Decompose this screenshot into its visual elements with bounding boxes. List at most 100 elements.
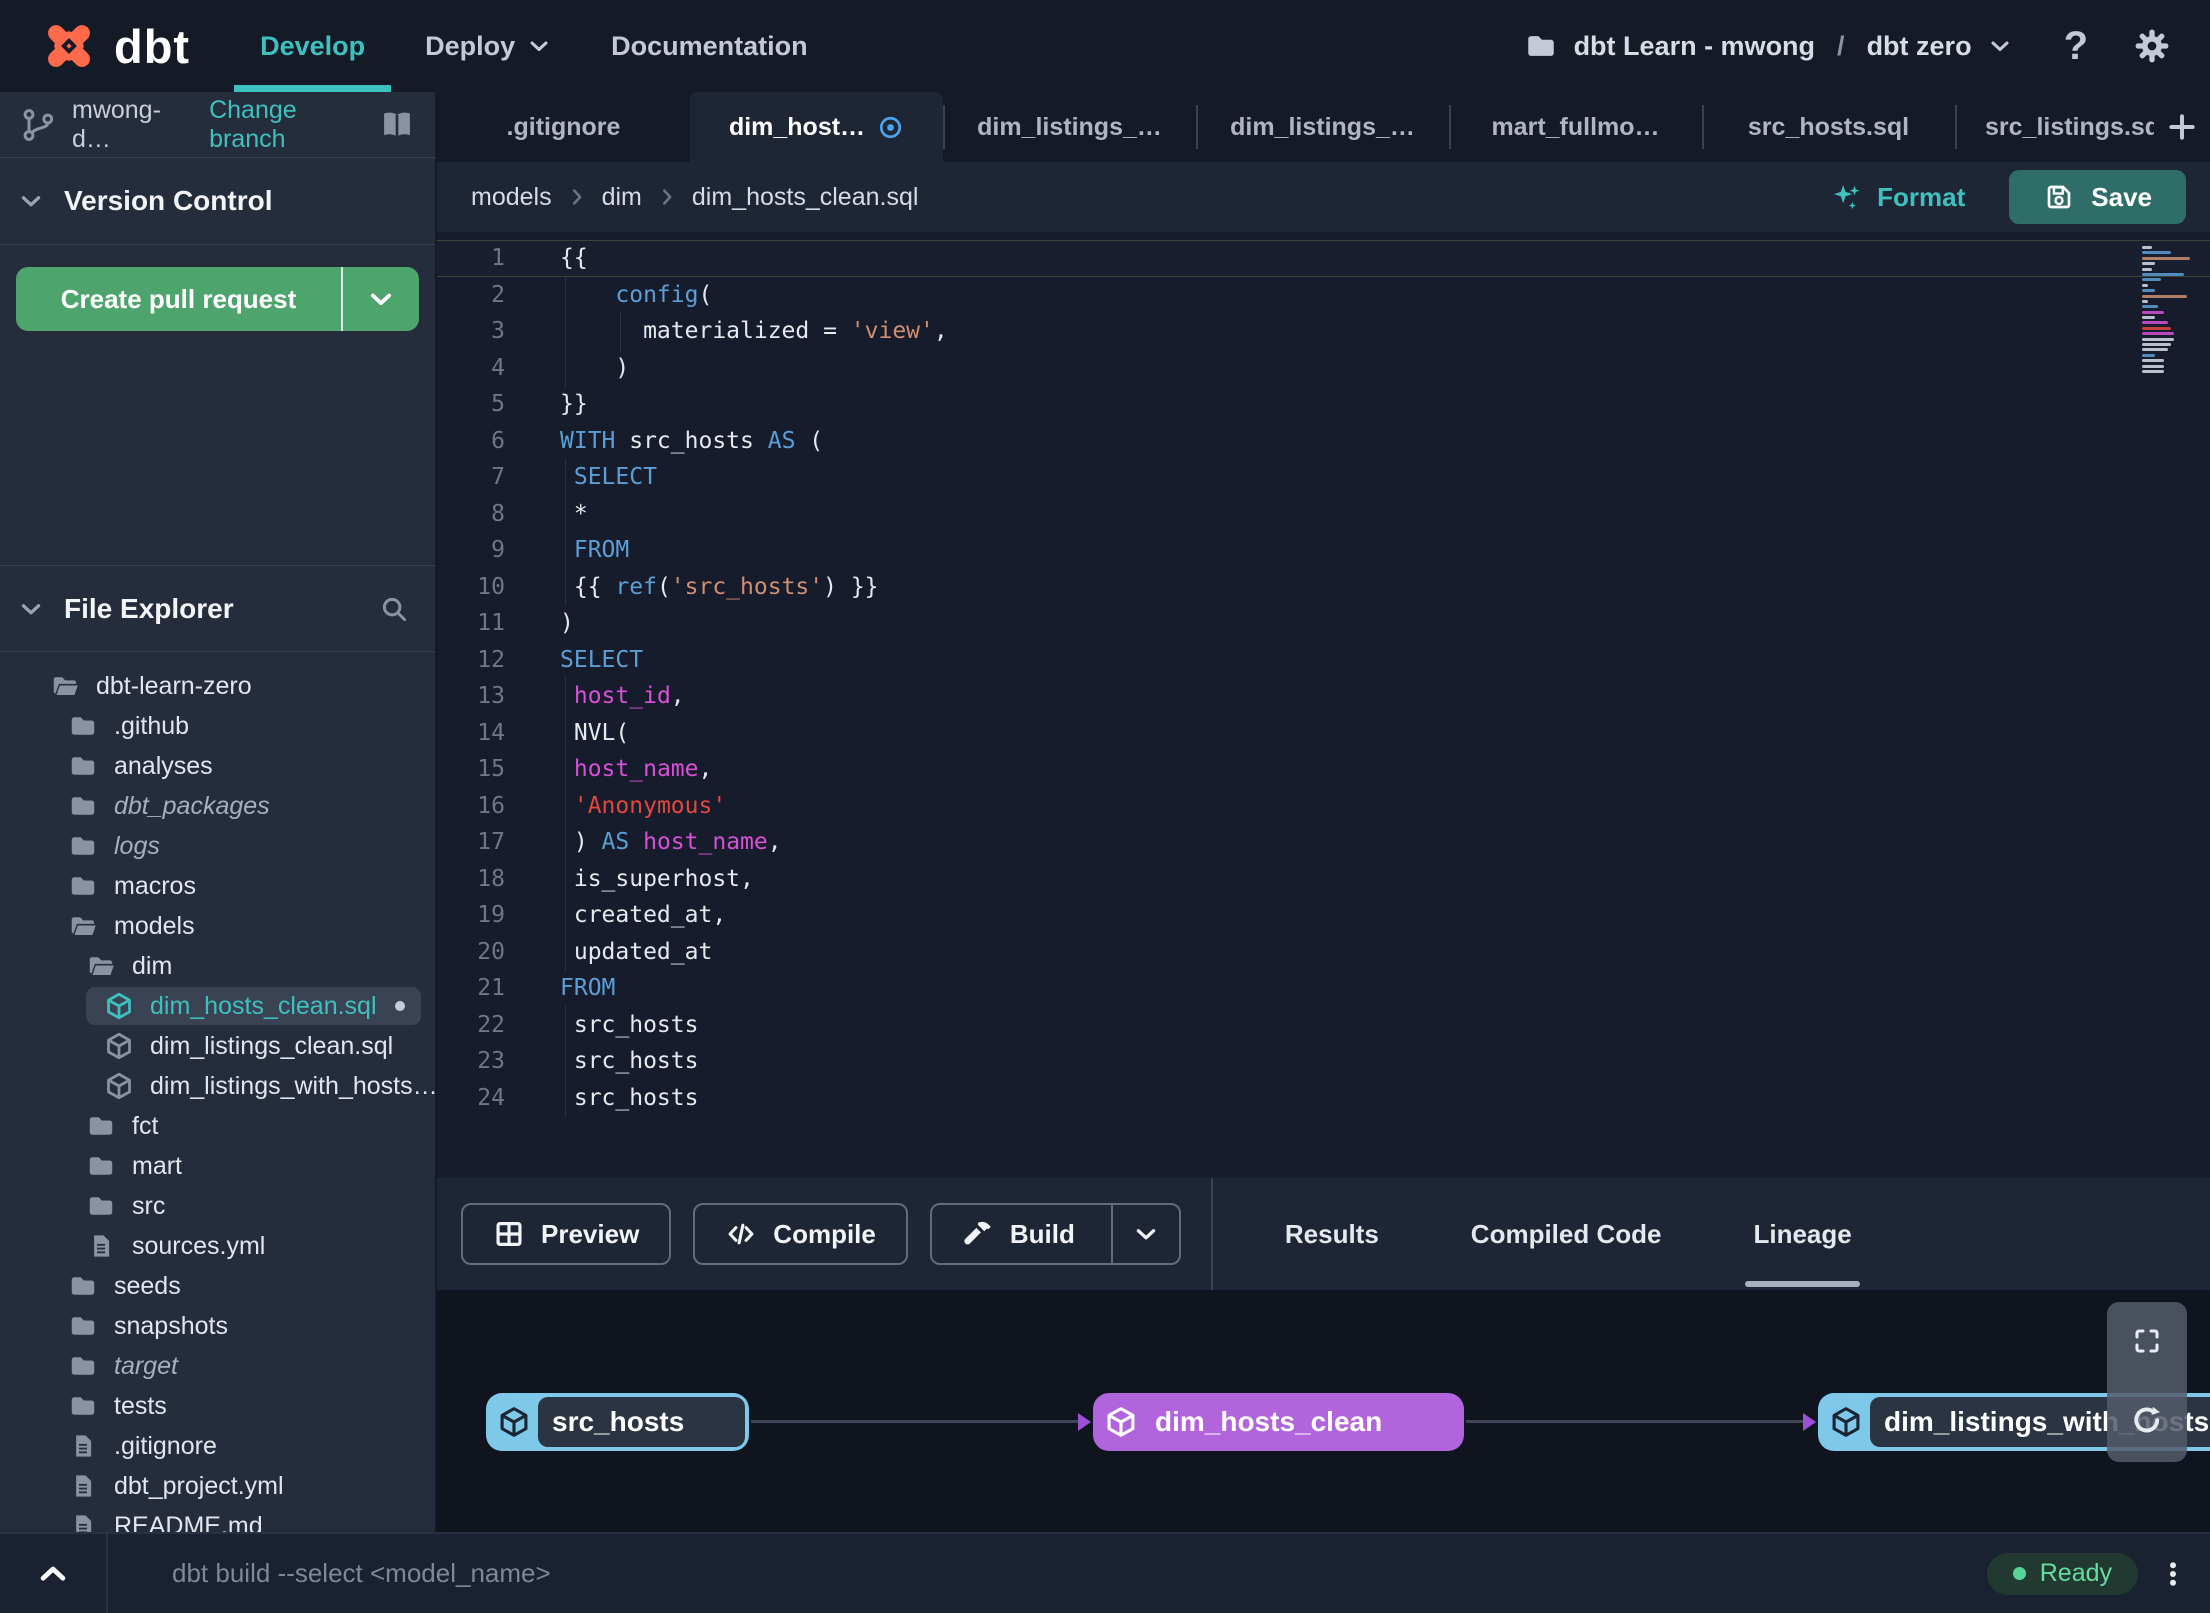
nav-link-documentation[interactable]: Documentation	[605, 0, 814, 92]
tree-item-label: macros	[114, 871, 196, 900]
sparkles-icon	[1829, 180, 1863, 214]
tree-item-label: mart	[132, 1151, 182, 1180]
line-number: 10	[477, 573, 505, 600]
compile-button[interactable]: Compile	[693, 1203, 908, 1265]
book-icon[interactable]	[379, 107, 415, 143]
tab-src-hosts.sql[interactable]: src_hosts.sql	[1702, 92, 1955, 162]
tab-dim-host-[interactable]: dim_host…	[690, 92, 943, 162]
chevron-up-icon[interactable]	[0, 1557, 106, 1591]
tree-item-README.md[interactable]: README.md	[0, 1506, 435, 1532]
tab-.gitignore[interactable]: .gitignore	[437, 92, 690, 162]
tree-item-macros[interactable]: macros	[0, 866, 435, 906]
tree-item-models[interactable]: models	[0, 906, 435, 946]
tab-label: dim_listings_…	[977, 112, 1162, 141]
code-line-5: 5}}	[437, 386, 2210, 423]
tree-item-tests[interactable]: tests	[0, 1386, 435, 1426]
new-tab-button[interactable]	[2154, 92, 2210, 162]
code-line-12: 12 SELECT	[437, 642, 2210, 679]
nav-link-deploy[interactable]: Deploy	[419, 0, 557, 92]
breadcrumb-dim[interactable]: dim	[602, 183, 642, 212]
tree-item-dbt-project.yml[interactable]: dbt_project.yml	[0, 1466, 435, 1506]
tab-dim-listings--[interactable]: dim_listings_…	[1196, 92, 1449, 162]
tree-item-sources.yml[interactable]: sources.yml	[0, 1226, 435, 1266]
build-label: Build	[1009, 1218, 1075, 1249]
line-number: 4	[491, 354, 505, 381]
folder-icon	[1524, 29, 1558, 63]
tree-item-analyses[interactable]: analyses	[0, 746, 435, 786]
breadcrumb-models[interactable]: models	[471, 183, 552, 212]
tree-item-target[interactable]: target	[0, 1346, 435, 1386]
search-icon[interactable]	[379, 594, 409, 624]
project-account: dbt Learn - mwong	[1573, 30, 1816, 61]
tree-item-dbt-learn-zero[interactable]: dbt-learn-zero	[0, 666, 435, 706]
tree-item-dim[interactable]: dim	[0, 946, 435, 986]
line-number: 9	[491, 537, 505, 564]
project-picker[interactable]: dbt Learn - mwong / dbt zero	[1524, 29, 2012, 63]
code-text: {{ ref('src_hosts') }}	[560, 567, 2210, 606]
code-text: src_hosts	[560, 1005, 2210, 1044]
tab-mart-fullmo-[interactable]: mart_fullmo…	[1449, 92, 1702, 162]
code-text: }}	[560, 391, 588, 418]
tree-item-seeds[interactable]: seeds	[0, 1266, 435, 1306]
format-button[interactable]: Format	[1829, 180, 1965, 214]
tree-item-fct[interactable]: fct	[0, 1106, 435, 1146]
tree-item-.gitignore[interactable]: .gitignore	[0, 1426, 435, 1466]
modified-dot	[395, 1001, 405, 1011]
build-dropdown[interactable]	[1110, 1205, 1179, 1263]
panel-tab-results[interactable]: Results	[1239, 1178, 1425, 1290]
preview-button[interactable]: Preview	[461, 1203, 672, 1265]
save-button[interactable]: Save	[2009, 170, 2186, 224]
tree-item-dim-listings-clean.sql[interactable]: dim_listings_clean.sql	[0, 1026, 435, 1066]
gear-icon[interactable]	[2132, 26, 2172, 66]
breadcrumb-dim_hosts_clean.sql[interactable]: dim_hosts_clean.sql	[692, 183, 919, 212]
code-editor[interactable]: 1{{2 config(3 materialized = 'view', 4 ) 5…	[437, 232, 2210, 1178]
tree-item-mart[interactable]: mart	[0, 1146, 435, 1186]
code-line-24: 24 src_hosts	[437, 1078, 2210, 1117]
dbt-logo-icon	[40, 17, 98, 75]
lineage-canvas[interactable]: src_hosts dim_hosts_clean dim_listings_wit…	[437, 1290, 2210, 1532]
create-pr-dropdown[interactable]	[343, 267, 419, 331]
tree-item-src[interactable]: src	[0, 1186, 435, 1226]
tree-item-dim-listings-with-hosts-[interactable]: dim_listings_with_hosts…	[0, 1066, 435, 1106]
line-number: 20	[477, 938, 505, 965]
file-explorer-header[interactable]: File Explorer	[0, 565, 435, 652]
refresh-icon[interactable]	[2129, 1403, 2165, 1439]
build-button[interactable]: Build	[929, 1203, 1181, 1265]
tab-dim-listings--[interactable]: dim_listings_…	[943, 92, 1196, 162]
tree-item-logs[interactable]: logs	[0, 826, 435, 866]
target-icon	[877, 114, 904, 141]
tab-src-listings.sql[interactable]: src_listings.sql	[1955, 92, 2154, 162]
change-branch-link[interactable]: Change branch	[209, 96, 363, 154]
help-icon[interactable]: ?	[2064, 24, 2088, 69]
indent-guide	[565, 458, 566, 497]
folder-open-icon	[50, 671, 80, 701]
lineage-node-dim_hosts_clean[interactable]: dim_hosts_clean	[1093, 1393, 1464, 1451]
nav-link-develop[interactable]: Develop	[234, 0, 392, 92]
tree-item-dbt-packages[interactable]: dbt_packages	[0, 786, 435, 826]
lineage-node-src_hosts[interactable]: src_hosts	[486, 1393, 749, 1451]
tab-label: .gitignore	[506, 112, 621, 141]
indent-guide	[565, 567, 566, 606]
git-branch-icon	[20, 107, 56, 143]
panel-tab-compiled-code[interactable]: Compiled Code	[1425, 1178, 1708, 1290]
create-pr-button[interactable]: Create pull request	[16, 267, 343, 331]
code-text: SELECT	[560, 458, 2210, 497]
command-input[interactable]: dbt build --select <model_name>	[172, 1558, 1987, 1589]
code-line-17: 17 ) AS host_name,	[437, 823, 2210, 862]
tree-item-dim-hosts-clean.sql[interactable]: dim_hosts_clean.sql	[0, 986, 435, 1026]
indent-guide	[565, 531, 566, 570]
dbt-logo[interactable]: dbt	[40, 17, 190, 75]
minimap[interactable]	[2142, 246, 2194, 375]
folder-icon	[68, 791, 98, 821]
status-badge: Ready	[1986, 1552, 2138, 1595]
kebab-menu-icon[interactable]	[2158, 1559, 2188, 1589]
panel-tab-lineage[interactable]: Lineage	[1707, 1178, 1897, 1290]
tree-item-.github[interactable]: .github	[0, 706, 435, 746]
chevron-down-icon	[1133, 1221, 1159, 1247]
hammer-icon	[962, 1218, 994, 1250]
tree-item-snapshots[interactable]: snapshots	[0, 1306, 435, 1346]
logo-text: dbt	[114, 19, 191, 73]
tree-item-label: sources.yml	[132, 1231, 266, 1260]
version-control-header[interactable]: Version Control	[0, 158, 435, 245]
fullscreen-icon[interactable]	[2131, 1325, 2163, 1357]
